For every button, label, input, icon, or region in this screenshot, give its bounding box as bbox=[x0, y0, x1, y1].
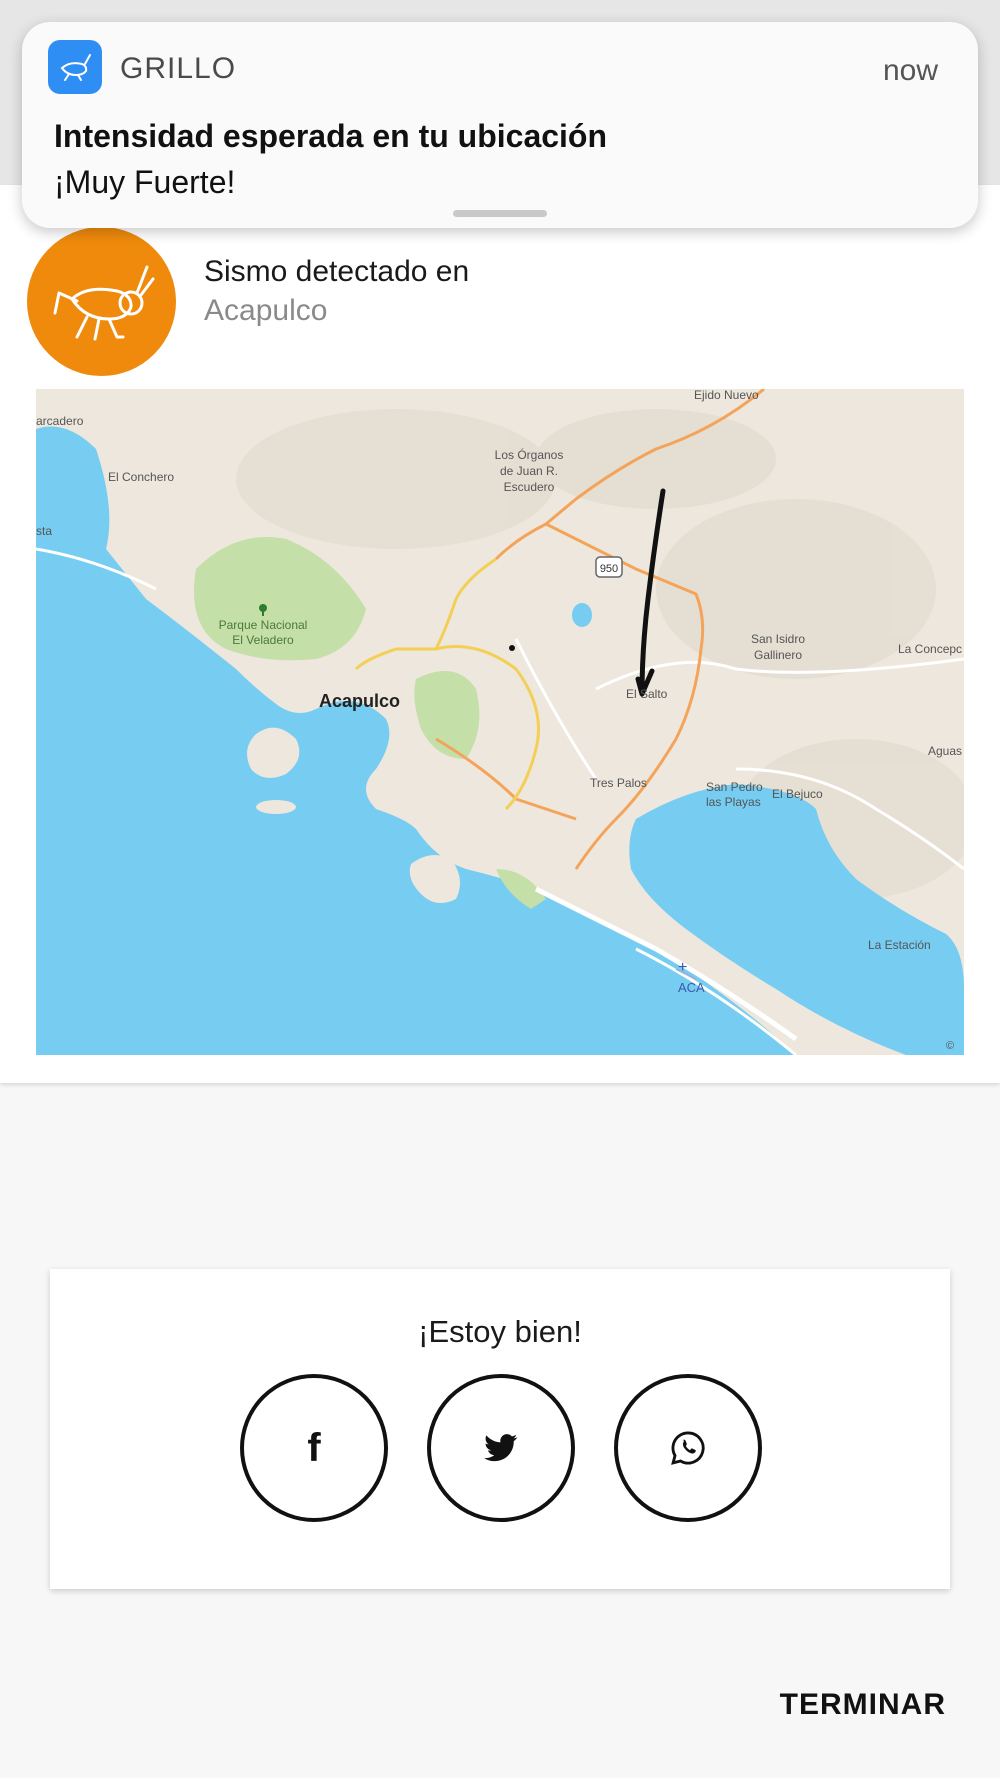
epicenter-dot bbox=[509, 645, 515, 651]
svg-text:arcadero: arcadero bbox=[36, 414, 84, 428]
svg-text:Aguas: Aguas bbox=[928, 744, 962, 758]
svg-text:ACA: ACA bbox=[678, 980, 705, 995]
svg-text:©: © bbox=[946, 1040, 954, 1052]
whatsapp-icon bbox=[671, 1431, 705, 1465]
svg-text:Los Órganos: Los Órganos bbox=[495, 447, 564, 462]
svg-text:Gallinero: Gallinero bbox=[754, 648, 802, 662]
highway-shield-icon: 950 bbox=[595, 556, 623, 578]
push-notification[interactable]: GRILLO now Intensidad esperada en tu ubi… bbox=[22, 22, 978, 228]
svg-text:950: 950 bbox=[600, 563, 618, 575]
svg-text:El Salto: El Salto bbox=[626, 687, 668, 701]
im-okay-share-card: ¡Estoy bien! f bbox=[50, 1269, 950, 1589]
facebook-icon: f bbox=[307, 1425, 321, 1470]
svg-text:Acapulco: Acapulco bbox=[319, 691, 400, 711]
svg-text:Escudero: Escudero bbox=[504, 480, 555, 494]
terminar-button[interactable]: TERMINAR bbox=[780, 1688, 946, 1722]
svg-text:El Veladero: El Veladero bbox=[232, 633, 294, 647]
alert-title: Sismo detectado en bbox=[204, 255, 470, 288]
svg-text:San Isidro: San Isidro bbox=[751, 632, 805, 646]
notification-grabber-handle[interactable] bbox=[453, 210, 547, 217]
svg-text:Ejido Nuevo: Ejido Nuevo bbox=[694, 389, 759, 402]
svg-text:sta: sta bbox=[36, 524, 52, 538]
map-graphic: 950 + Ejido Nuevo arcadero El Conchero L… bbox=[36, 389, 964, 1055]
notification-title: Intensidad esperada en tu ubicación bbox=[54, 118, 608, 154]
alert-location: Acapulco bbox=[204, 294, 328, 327]
svg-text:Parque Nacional: Parque Nacional bbox=[219, 618, 308, 632]
notification-time: now bbox=[882, 54, 938, 87]
cricket-icon bbox=[53, 265, 154, 340]
svg-text:El Conchero: El Conchero bbox=[108, 470, 174, 484]
share-whatsapp-button[interactable] bbox=[614, 1374, 762, 1522]
svg-text:El Bejuco: El Bejuco bbox=[772, 787, 823, 801]
share-twitter-button[interactable] bbox=[427, 1374, 575, 1522]
notification-body: ¡Muy Fuerte! bbox=[54, 164, 236, 200]
svg-text:+: + bbox=[678, 959, 687, 976]
epicenter-map[interactable]: 950 + Ejido Nuevo arcadero El Conchero L… bbox=[36, 389, 964, 1055]
twitter-icon bbox=[484, 1434, 518, 1462]
svg-text:San Pedro: San Pedro bbox=[706, 780, 763, 794]
share-title: ¡Estoy bien! bbox=[418, 1314, 582, 1349]
svg-text:Tres Palos: Tres Palos bbox=[590, 776, 647, 790]
earthquake-alert-card: Sismo detectado en Acapulco 950 + Ejido … bbox=[0, 185, 1000, 1083]
svg-text:La Estación: La Estación bbox=[868, 938, 931, 952]
notification-app-name: GRILLO bbox=[120, 52, 237, 85]
svg-text:las Playas: las Playas bbox=[706, 795, 761, 809]
grillo-app-icon bbox=[48, 40, 102, 94]
share-facebook-button[interactable]: f bbox=[240, 1374, 388, 1522]
svg-text:de Juan R.: de Juan R. bbox=[500, 464, 558, 478]
cricket-logo-avatar bbox=[27, 227, 176, 376]
svg-text:La Concepc: La Concepc bbox=[898, 642, 962, 656]
